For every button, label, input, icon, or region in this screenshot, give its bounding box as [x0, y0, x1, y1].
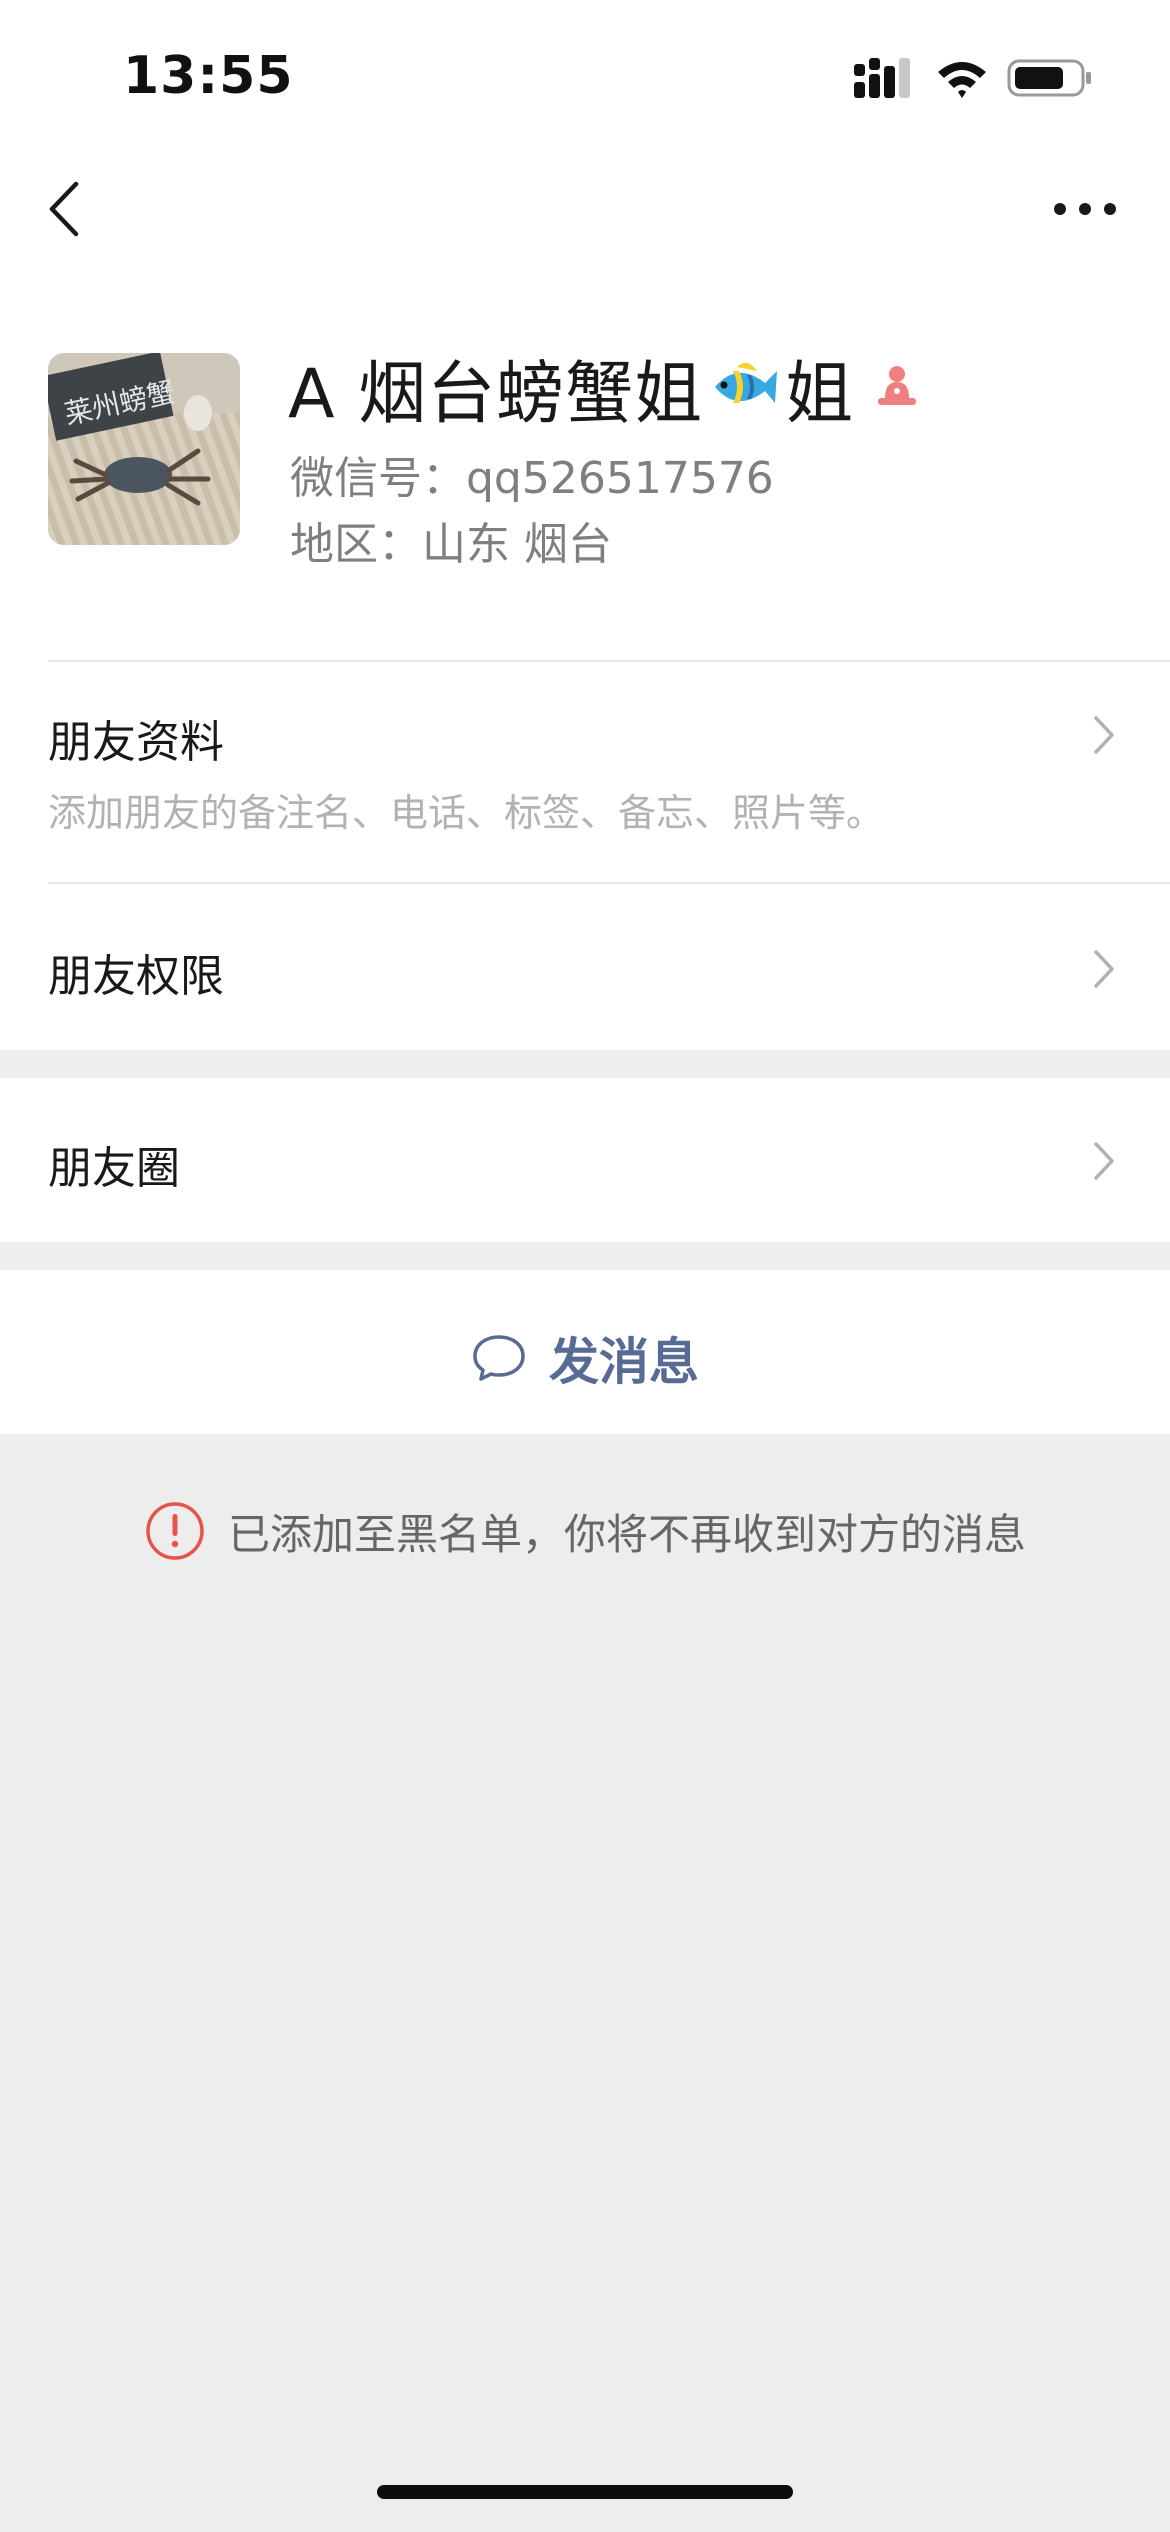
chevron-right-icon: [1094, 716, 1114, 754]
profile-header: 莱州螃蟹 A 烟台螃蟹姐 姐 微信号：qq526517576 地区：山东 烟台: [0, 280, 1170, 660]
friend-permissions-row[interactable]: 朋友权限: [0, 884, 1170, 1050]
send-message-label: 发消息: [549, 1333, 699, 1391]
moments-title: 朋友圈: [48, 1143, 180, 1194]
back-chevron-icon[interactable]: [44, 178, 84, 240]
friend-info-title: 朋友资料: [48, 717, 224, 768]
send-message-wrapper: 发消息: [0, 1322, 1170, 1395]
contact-name-suffix: 姐: [785, 354, 855, 434]
chevron-right-icon: [1094, 950, 1114, 988]
wifi-icon: [938, 62, 986, 98]
chat-bubble-icon: [473, 1335, 525, 1381]
friend-settings-group: 朋友资料 添加朋友的备注名、电话、标签、备忘、照片等。 朋友权限: [0, 660, 1170, 1050]
avatar[interactable]: 莱州螃蟹: [48, 353, 240, 545]
wechat-id: 微信号：qq526517576: [290, 453, 774, 504]
cellular-signal-icon: [854, 58, 910, 98]
blacklist-notice-content: 已添加至黑名单，你将不再收到对方的消息: [144, 1500, 1026, 1562]
moments-row[interactable]: 朋友圈: [0, 1078, 1170, 1242]
contact-name-prefix: A 烟台螃蟹姐: [288, 354, 704, 434]
more-options-icon[interactable]: [1050, 196, 1120, 222]
nav-bar: [0, 150, 1170, 280]
warning-icon: [146, 1502, 204, 1560]
status-bar: 13:55: [0, 0, 1170, 150]
region: 地区：山东 烟台: [290, 519, 612, 570]
battery-icon: [1007, 59, 1091, 97]
contact-name: A 烟台螃蟹姐 姐: [288, 342, 924, 434]
status-time: 13:55: [123, 46, 294, 106]
tropical-fish-emoji-icon: [715, 362, 778, 403]
home-indicator: [377, 2485, 793, 2499]
friend-info-subtitle: 添加朋友的备注名、电话、标签、备忘、照片等。: [48, 791, 885, 835]
friend-permissions-title: 朋友权限: [48, 951, 224, 1002]
female-icon: [878, 366, 917, 405]
avatar-image: 莱州螃蟹: [48, 353, 240, 545]
send-message-content: 发消息: [471, 1322, 699, 1394]
blacklist-notice: 已添加至黑名单，你将不再收到对方的消息: [0, 1500, 1170, 1566]
chevron-right-icon: [1094, 1142, 1114, 1180]
send-message-button[interactable]: 发消息: [0, 1270, 1170, 1434]
blacklist-notice-text: 已添加至黑名单，你将不再收到对方的消息: [227, 1509, 1026, 1559]
friend-info-row[interactable]: 朋友资料 添加朋友的备注名、电话、标签、备忘、照片等。: [0, 660, 1170, 882]
